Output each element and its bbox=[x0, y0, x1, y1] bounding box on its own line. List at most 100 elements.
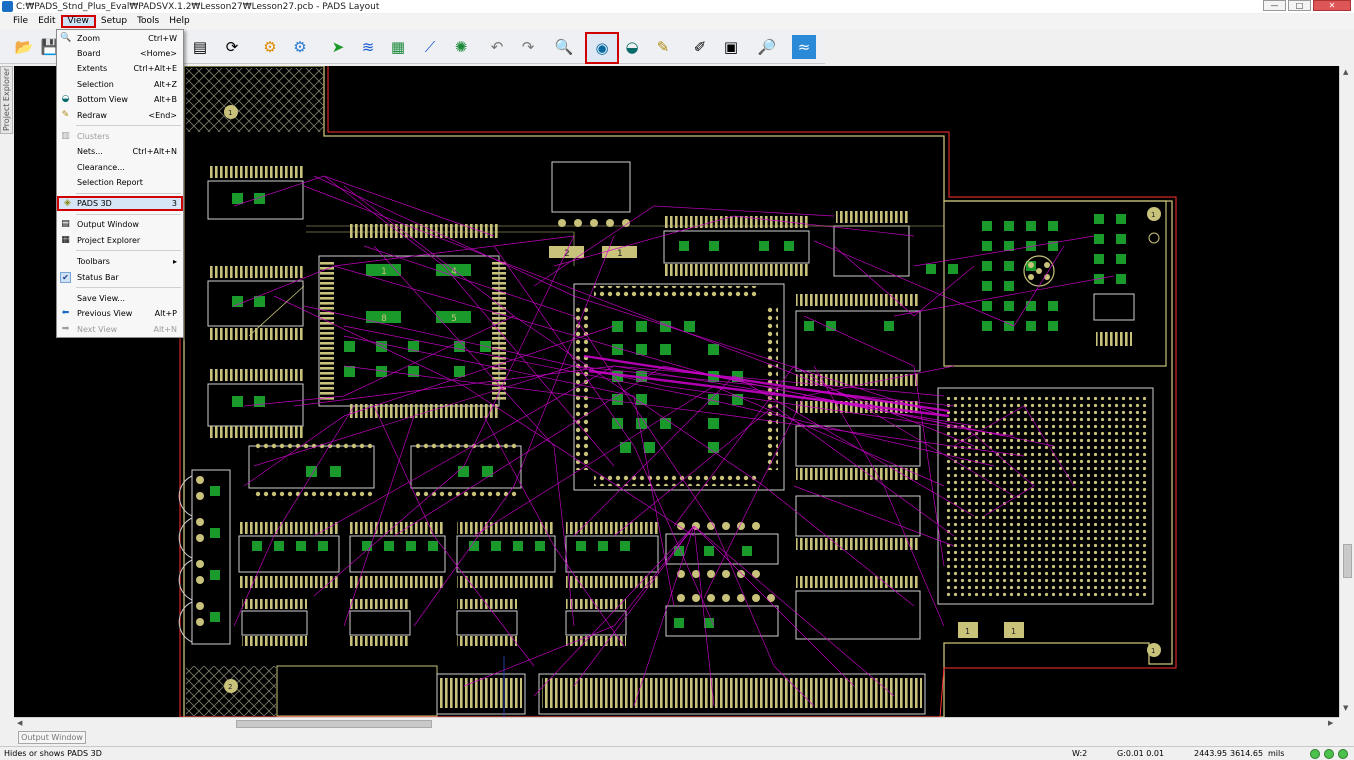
menu-edit[interactable]: Edit bbox=[33, 15, 60, 28]
project-explorer-tab-label: Project Explorer bbox=[2, 67, 11, 131]
title-bar: C:₩PADS_Stnd_Plus_Eval₩PADSVX.1.2₩Lesson… bbox=[0, 0, 1354, 13]
zoom-icon: 🔍 bbox=[60, 33, 72, 43]
bottom-view-icon: ◒ bbox=[61, 94, 70, 104]
refresh-icon[interactable]: ⟳ bbox=[220, 35, 244, 59]
pads-app-icon bbox=[2, 1, 13, 12]
redraw-brush-icon: ✎ bbox=[61, 110, 70, 120]
vertical-scrollbar[interactable]: ▲ ▼ bbox=[1339, 66, 1354, 717]
pcb-label: 5 bbox=[451, 314, 457, 324]
menu-separator bbox=[76, 193, 181, 194]
view-dropdown-menu: 🔍 Zoom Ctrl+W Board <Home> Extents Ctrl+… bbox=[56, 29, 184, 338]
menu-tools[interactable]: Tools bbox=[132, 15, 164, 28]
redraw-brush-icon[interactable]: ✎ bbox=[651, 35, 675, 59]
pcb-label: 1 bbox=[228, 109, 232, 117]
output-window-icon: ▤ bbox=[61, 219, 70, 229]
menu-item-selection[interactable]: Selection Alt+Z bbox=[57, 77, 183, 92]
menu-setup[interactable]: Setup bbox=[96, 15, 132, 28]
properties-icon[interactable]: ▤ bbox=[188, 35, 212, 59]
status-y-coordinate: 3614.65 bbox=[1230, 749, 1264, 758]
status-bar: Hides or shows PADS 3D W:2 G:0.01 0.01 2… bbox=[0, 746, 1354, 760]
status-grid: G:0.01 0.01 bbox=[1117, 749, 1165, 758]
menu-item-clusters: ▥ Clusters bbox=[61, 131, 110, 141]
clusters-icon: ▥ bbox=[61, 131, 70, 141]
drafting-icon[interactable]: ✐ bbox=[688, 35, 712, 59]
pads-3d-icon: ◈ bbox=[64, 198, 71, 208]
status-led-icon bbox=[1324, 749, 1334, 759]
move-component-icon[interactable]: ➤ bbox=[326, 35, 350, 59]
pcb-label: 2 bbox=[228, 683, 232, 691]
project-explorer-icon: ▦ bbox=[61, 235, 70, 245]
vertical-scroll-thumb[interactable] bbox=[1343, 544, 1352, 578]
menu-separator bbox=[76, 287, 181, 288]
router-link-icon[interactable]: ≈ bbox=[792, 35, 816, 59]
menu-item-extents[interactable]: Extents Ctrl+Alt+E bbox=[57, 61, 183, 76]
route-traces-icon[interactable]: ≋ bbox=[356, 35, 380, 59]
check-icon: ✔ bbox=[60, 272, 71, 283]
horizontal-scroll-thumb[interactable] bbox=[236, 720, 432, 728]
pcb-label: 1 bbox=[617, 249, 623, 259]
menu-bar: File Edit View Setup Tools Help bbox=[0, 14, 1354, 29]
next-view-icon: ➡ bbox=[61, 324, 70, 334]
minimize-button[interactable]: — bbox=[1263, 0, 1286, 11]
pcb-label: 1 bbox=[381, 267, 387, 277]
output-window-tab[interactable]: Output Window bbox=[18, 731, 86, 744]
menu-separator bbox=[76, 250, 181, 251]
scroll-right-arrow-icon[interactable]: ▶ bbox=[1328, 719, 1333, 727]
redo-icon[interactable]: ↷ bbox=[516, 35, 540, 59]
status-hint: Hides or shows PADS 3D bbox=[4, 749, 102, 758]
menu-file[interactable]: File bbox=[8, 15, 33, 28]
open-folder-icon[interactable]: 📂 bbox=[12, 35, 36, 59]
menu-item-bottom-view[interactable]: ◒ Bottom View Alt+B bbox=[57, 92, 183, 107]
pcb-label: 1 bbox=[1151, 211, 1155, 219]
menu-item-toolbars[interactable]: Toolbars ▸ bbox=[57, 254, 183, 269]
menu-item-output-window[interactable]: ▤ Output Window bbox=[57, 217, 183, 232]
menu-item-redraw[interactable]: ✎ Redraw <End> bbox=[57, 108, 183, 123]
menu-separator bbox=[76, 214, 181, 215]
horizontal-scrollbar[interactable]: ◀ ▶ bbox=[14, 717, 1339, 729]
menu-item-project-explorer[interactable]: ▦ Project Explorer bbox=[57, 233, 183, 248]
maximize-button[interactable]: □ bbox=[1288, 0, 1311, 11]
status-led-icon bbox=[1338, 749, 1348, 759]
status-x-coordinate: 2443.95 bbox=[1194, 749, 1228, 758]
status-led-icon bbox=[1310, 749, 1320, 759]
zoom-icon[interactable]: 🔍 bbox=[552, 35, 576, 59]
scroll-left-arrow-icon[interactable]: ◀ bbox=[17, 719, 22, 727]
pcb-label: 8 bbox=[381, 314, 387, 324]
pads-3d-icon[interactable]: ◉ bbox=[585, 32, 619, 64]
library-icon[interactable]: ▣ bbox=[719, 35, 743, 59]
status-units: mils bbox=[1268, 749, 1285, 758]
via-icon[interactable]: ✺ bbox=[449, 35, 473, 59]
pcb-label: 1 bbox=[965, 627, 970, 636]
menu-item-clearance[interactable]: Clearance... bbox=[57, 160, 183, 175]
menu-item-zoom[interactable]: 🔍 Zoom Ctrl+W bbox=[57, 31, 183, 46]
bottom-view-icon[interactable]: ◒ bbox=[620, 35, 644, 59]
submenu-arrow-icon: ▸ bbox=[172, 257, 177, 266]
previous-view-icon: ⬅ bbox=[61, 308, 70, 318]
add-trace-icon[interactable]: ⟋ bbox=[418, 35, 442, 59]
pcb-label: 1 bbox=[1151, 647, 1155, 655]
menu-item-save-view[interactable]: Save View... bbox=[57, 291, 183, 306]
pcb-canvas[interactable]: 1 4 8 5 2 1 1 2 1 1 1 1 bbox=[14, 66, 1339, 717]
project-explorer-tab[interactable]: Project Explorer bbox=[0, 66, 13, 134]
menu-view[interactable]: View bbox=[60, 15, 96, 28]
pcb-label: 1 bbox=[1011, 627, 1016, 636]
menu-item-previous-view[interactable]: ⬅ Previous View Alt+P bbox=[57, 306, 183, 321]
status-width: W:2 bbox=[1072, 749, 1088, 758]
scroll-up-arrow-icon[interactable]: ▲ bbox=[1343, 68, 1348, 76]
pcb-board-icon[interactable]: ▦ bbox=[386, 35, 410, 59]
menu-item-board[interactable]: Board <Home> bbox=[57, 46, 183, 61]
scroll-down-arrow-icon[interactable]: ▼ bbox=[1343, 704, 1348, 712]
menu-help[interactable]: Help bbox=[164, 15, 195, 28]
menu-item-selection-report[interactable]: Selection Report bbox=[57, 175, 183, 190]
menu-item-status-bar[interactable]: ✔ Status Bar bbox=[57, 270, 183, 285]
undo-icon[interactable]: ↶ bbox=[485, 35, 509, 59]
menu-item-nets[interactable]: Nets... Ctrl+Alt+N bbox=[57, 144, 183, 159]
menu-item-pads-3d[interactable]: ◈ PADS 3D 3 bbox=[57, 196, 183, 211]
window-title: C:₩PADS_Stnd_Plus_Eval₩PADSVX.1.2₩Lesson… bbox=[16, 1, 380, 12]
menu-separator bbox=[76, 125, 181, 126]
verify-design-icon[interactable]: 🔎 bbox=[755, 35, 779, 59]
close-button[interactable]: ✕ bbox=[1313, 0, 1351, 11]
settings-gear-orange-icon[interactable]: ⚙ bbox=[258, 35, 282, 59]
menu-item-next-view: ➡ Next View Alt+N bbox=[61, 324, 177, 334]
settings-gear-blue-icon[interactable]: ⚙ bbox=[288, 35, 312, 59]
